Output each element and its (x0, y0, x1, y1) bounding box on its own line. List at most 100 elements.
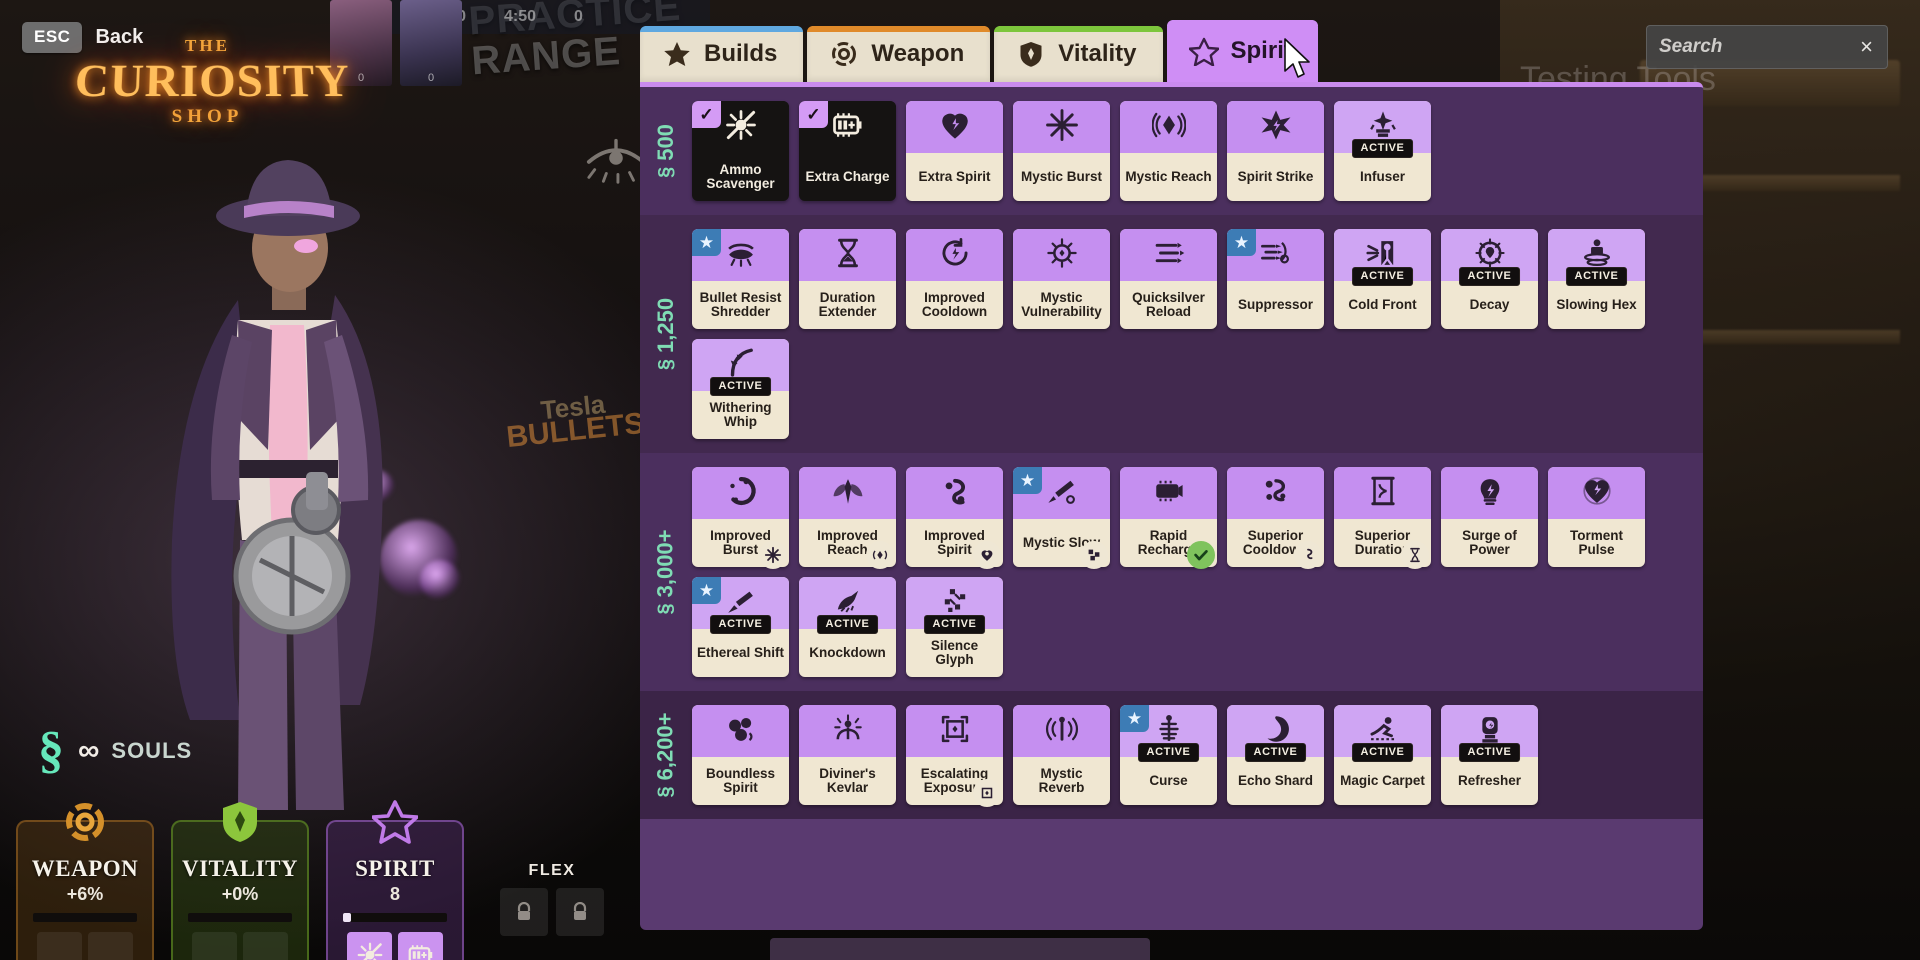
item-card[interactable]: ACTIVE Infuser (1334, 101, 1431, 201)
item-card[interactable]: Diviner's Kevlar (799, 705, 896, 805)
item-card[interactable]: Surge of Power (1441, 467, 1538, 567)
souls-icon: § (654, 603, 677, 615)
tier-item-grid: ✓ Ammo Scavenger ✓ Extra Charge Extra Spirit… (692, 101, 1445, 201)
item-card[interactable]: Improved Burst (692, 467, 789, 569)
item-label: Bullet Resist Shredder (699, 290, 782, 319)
item-card[interactable]: ACTIVE Slowing Hex (1548, 229, 1645, 329)
item-icon-area (1013, 705, 1110, 757)
item-card[interactable]: Boundless Spirit (692, 705, 789, 805)
close-icon[interactable]: × (1858, 36, 1875, 58)
stat-spirit[interactable]: SPIRIT 8 (326, 800, 464, 960)
lock-icon (517, 902, 531, 920)
item-label: Quicksilver Reload (1132, 290, 1205, 319)
item-card[interactable]: Rapid Recharge (1120, 467, 1217, 569)
item-card[interactable]: ✓ Extra Charge (799, 101, 896, 201)
item-card[interactable]: Mystic Reach (1120, 101, 1217, 201)
item-label: Ammo Scavenger (706, 162, 775, 191)
stat-vitality[interactable]: VITALITY +0% (171, 802, 309, 960)
item-card[interactable]: Improved Reach (799, 467, 896, 569)
favorite-star-icon: ★ (1013, 467, 1042, 494)
tier-cost: § 6,200+ (640, 705, 692, 805)
tab-label: Vitality (1058, 40, 1137, 67)
item-icon-area (799, 229, 896, 281)
item-card[interactable]: ★ ACTIVE Curse (1120, 705, 1217, 805)
souls-icon: § (654, 166, 677, 178)
item-card[interactable]: ★ ACTIVE Ethereal Shift (692, 577, 789, 677)
tab-vitality[interactable]: Vitality (994, 26, 1163, 82)
search-input[interactable]: Search (1659, 36, 1858, 58)
equipped-item-slot[interactable] (398, 932, 443, 960)
equipped-item-slot[interactable] (347, 932, 392, 960)
tab-builds[interactable]: Builds (640, 26, 804, 82)
item-card[interactable]: ★ Mystic Slow (1013, 467, 1110, 569)
flex-label: FLEX (528, 862, 576, 879)
flex-slot-locked[interactable] (556, 888, 604, 936)
item-icon-area (906, 705, 1003, 757)
item-card[interactable]: Quicksilver Reload (1120, 229, 1217, 329)
target-icon (829, 39, 859, 69)
active-badge: ACTIVE (1351, 267, 1414, 286)
empty-item-slot[interactable] (37, 932, 82, 960)
flex-slots (500, 888, 604, 936)
tab-label: Builds (704, 40, 778, 67)
item-card[interactable]: ACTIVE Cold Front (1334, 229, 1431, 329)
item-label: Mystic Burst (1020, 169, 1103, 184)
cooldown-icon (938, 236, 972, 275)
item-card[interactable]: ACTIVE Decay (1441, 229, 1538, 329)
item-label: Diviner's Kevlar (819, 766, 876, 795)
item-label: Suppressor (1237, 297, 1314, 312)
stat-weapon[interactable]: WEAPON +6% (16, 803, 154, 960)
item-card[interactable]: ACTIVE Withering Whip (692, 339, 789, 439)
item-card[interactable]: Spirit Strike (1227, 101, 1324, 201)
logo-the: THE (185, 36, 230, 55)
item-icon-area: ★ (1227, 229, 1324, 281)
item-card[interactable]: Improved Spirit (906, 467, 1003, 569)
item-card[interactable]: Mystic Burst (1013, 101, 1110, 201)
item-card[interactable]: ACTIVE Silence Glyph (906, 577, 1003, 677)
item-card[interactable]: ★ Suppressor (1227, 229, 1324, 329)
item-label: Spirit Strike (1237, 169, 1314, 184)
tier-row: § 500 ✓ Ammo Scavenger ✓ Extra Charge Extra Sp… (640, 87, 1703, 215)
stat-progress-fill (343, 913, 351, 922)
flex-slot-locked[interactable] (500, 888, 548, 936)
search-box[interactable]: Search × (1646, 25, 1888, 69)
item-card[interactable]: Escalating Exposure (906, 705, 1003, 807)
item-card[interactable]: ★ Bullet Resist Shredder (692, 229, 789, 329)
esc-key-badge[interactable]: ESC (22, 22, 83, 53)
superior-cooldown-icon (1259, 474, 1293, 513)
reach-mini-icon (866, 541, 894, 569)
empty-item-slot[interactable] (192, 932, 237, 960)
item-label: Silence Glyph (930, 638, 979, 667)
tab-accent-bar (1166, 20, 1318, 26)
empty-item-slot[interactable] (243, 932, 288, 960)
item-card[interactable]: ACTIVE Magic Carpet (1334, 705, 1431, 805)
player-2-cost: 0 (427, 72, 435, 84)
item-label: Withering Whip (709, 400, 772, 429)
battery-icon (830, 107, 866, 148)
item-card[interactable]: Torment Pulse (1548, 467, 1645, 567)
tab-spirit[interactable]: Spirit (1166, 20, 1318, 82)
item-card[interactable]: Mystic Vulnerability (1013, 229, 1110, 329)
superior-duration-icon (1366, 474, 1400, 513)
stat-progress-track (33, 913, 137, 922)
tier-cost: § 3,000+ (640, 467, 692, 677)
item-card[interactable]: Superior Cooldown (1227, 467, 1324, 569)
empty-item-slot[interactable] (88, 932, 133, 960)
item-card[interactable]: Improved Cooldown (906, 229, 1003, 329)
item-card[interactable]: ACTIVE Knockdown (799, 577, 896, 677)
item-card[interactable]: ACTIVE Echo Shard (1227, 705, 1324, 805)
item-card[interactable]: Extra Spirit (906, 101, 1003, 201)
item-card[interactable]: ACTIVE Refresher (1441, 705, 1538, 805)
stat-name: WEAPON (31, 856, 139, 881)
diviners-kevlar-icon (831, 712, 865, 751)
mystic-slow-icon (1045, 474, 1079, 513)
souls-label: SOULS (111, 738, 193, 763)
item-card[interactable]: Superior Duration (1334, 467, 1431, 569)
item-card[interactable]: Mystic Reverb (1013, 705, 1110, 805)
item-icon-area: ★ (692, 229, 789, 281)
hourglass-icon (831, 236, 865, 275)
stat-tracks: WEAPON +6% VITALITY +0% SPIRIT 8 (16, 800, 464, 960)
item-card[interactable]: Duration Extender (799, 229, 896, 329)
tab-weapon[interactable]: Weapon (807, 26, 991, 82)
item-card[interactable]: ✓ Ammo Scavenger (692, 101, 789, 201)
